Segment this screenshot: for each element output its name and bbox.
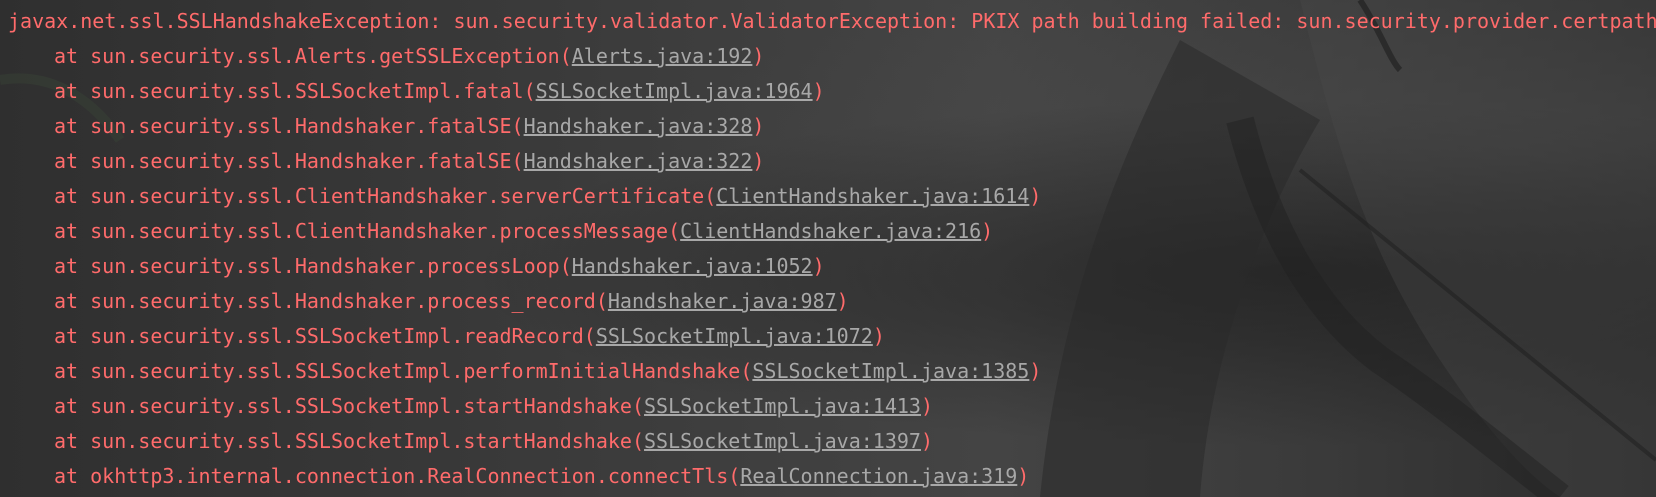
frame-method: at sun.security.ssl.SSLSocketImpl.perfor…	[54, 359, 753, 383]
stack-frame-line: at sun.security.ssl.SSLSocketImpl.perfor…	[0, 356, 1656, 391]
source-file-link[interactable]: ClientHandshaker.java:216	[680, 219, 981, 243]
source-file-link[interactable]: Alerts.java:192	[572, 44, 753, 68]
frame-method: at sun.security.ssl.SSLSocketImpl.startH…	[54, 394, 645, 418]
frame-close-paren: )	[981, 219, 994, 243]
stack-frame-line: at sun.security.ssl.Alerts.getSSLExcepti…	[0, 41, 1656, 76]
frame-method: at sun.security.ssl.Alerts.getSSLExcepti…	[54, 44, 572, 68]
console-output-panel[interactable]: javax.net.ssl.SSLHandshakeException: sun…	[0, 0, 1656, 497]
stack-frame-line: at sun.security.ssl.Handshaker.fatalSE(H…	[0, 146, 1656, 181]
source-file-link[interactable]: SSLSocketImpl.java:1397	[644, 429, 921, 453]
frame-close-paren: )	[1029, 184, 1042, 208]
source-file-link[interactable]: RealConnection.java:319	[740, 464, 1017, 488]
source-file-link[interactable]: Handshaker.java:1052	[572, 254, 813, 278]
source-file-link[interactable]: Handshaker.java:328	[524, 114, 753, 138]
stack-frames: at sun.security.ssl.Alerts.getSSLExcepti…	[0, 41, 1656, 496]
exception-message: javax.net.ssl.SSLHandshakeException: sun…	[8, 9, 1656, 33]
frame-close-paren: )	[1017, 464, 1030, 488]
stack-frame-line: at sun.security.ssl.ClientHandshaker.ser…	[0, 181, 1656, 216]
frame-method: at sun.security.ssl.ClientHandshaker.ser…	[54, 184, 717, 208]
frame-close-paren: )	[920, 394, 934, 418]
source-file-link[interactable]: SSLSocketImpl.java:1964	[536, 79, 813, 103]
frame-method: at sun.security.ssl.SSLSocketImpl.startH…	[54, 429, 645, 453]
frame-method: at sun.security.ssl.ClientHandshaker.pro…	[54, 219, 681, 243]
frame-close-paren: )	[836, 289, 849, 313]
stack-frame-line: at sun.security.ssl.Handshaker.processLo…	[0, 251, 1656, 286]
source-file-link[interactable]: Handshaker.java:322	[524, 149, 753, 173]
source-file-link[interactable]: SSLSocketImpl.java:1072	[596, 324, 873, 348]
stack-frame-line: at sun.security.ssl.Handshaker.fatalSE(H…	[0, 111, 1656, 146]
frame-method: at sun.security.ssl.Handshaker.fatalSE(	[54, 149, 524, 173]
frame-close-paren: )	[752, 44, 765, 68]
frame-close-paren: )	[920, 429, 934, 453]
stack-frame-line: at okhttp3.internal.connection.RealConne…	[0, 461, 1656, 496]
frame-close-paren: )	[872, 324, 885, 348]
stack-frame-line: at sun.security.ssl.Handshaker.process_r…	[0, 286, 1656, 321]
frame-close-paren: )	[752, 149, 765, 173]
frame-method: at sun.security.ssl.Handshaker.processLo…	[54, 254, 572, 278]
frame-method: at sun.security.ssl.Handshaker.process_r…	[54, 289, 608, 313]
source-file-link[interactable]: SSLSocketImpl.java:1385	[752, 359, 1029, 383]
frame-method: at sun.security.ssl.Handshaker.fatalSE(	[54, 114, 524, 138]
stack-frame-line: at sun.security.ssl.SSLSocketImpl.fatal(…	[0, 76, 1656, 111]
stack-trace: javax.net.ssl.SSLHandshakeException: sun…	[0, 0, 1656, 496]
frame-method: at okhttp3.internal.connection.RealConne…	[54, 464, 741, 488]
frame-close-paren: )	[812, 254, 825, 278]
stack-frame-line: at sun.security.ssl.SSLSocketImpl.startH…	[0, 391, 1656, 426]
frame-method: at sun.security.ssl.SSLSocketImpl.readRe…	[54, 324, 596, 348]
source-file-link[interactable]: Handshaker.java:987	[608, 289, 837, 313]
source-file-link[interactable]: SSLSocketImpl.java:1413	[644, 394, 921, 418]
frame-close-paren: )	[752, 114, 765, 138]
frame-close-paren: )	[812, 79, 825, 103]
stack-frame-line: at sun.security.ssl.ClientHandshaker.pro…	[0, 216, 1656, 251]
stack-frame-line: at sun.security.ssl.SSLSocketImpl.readRe…	[0, 321, 1656, 356]
frame-method: at sun.security.ssl.SSLSocketImpl.fatal(	[54, 79, 536, 103]
frame-close-paren: )	[1029, 359, 1042, 383]
source-file-link[interactable]: ClientHandshaker.java:1614	[716, 184, 1029, 208]
stack-frame-line: at sun.security.ssl.SSLSocketImpl.startH…	[0, 426, 1656, 461]
